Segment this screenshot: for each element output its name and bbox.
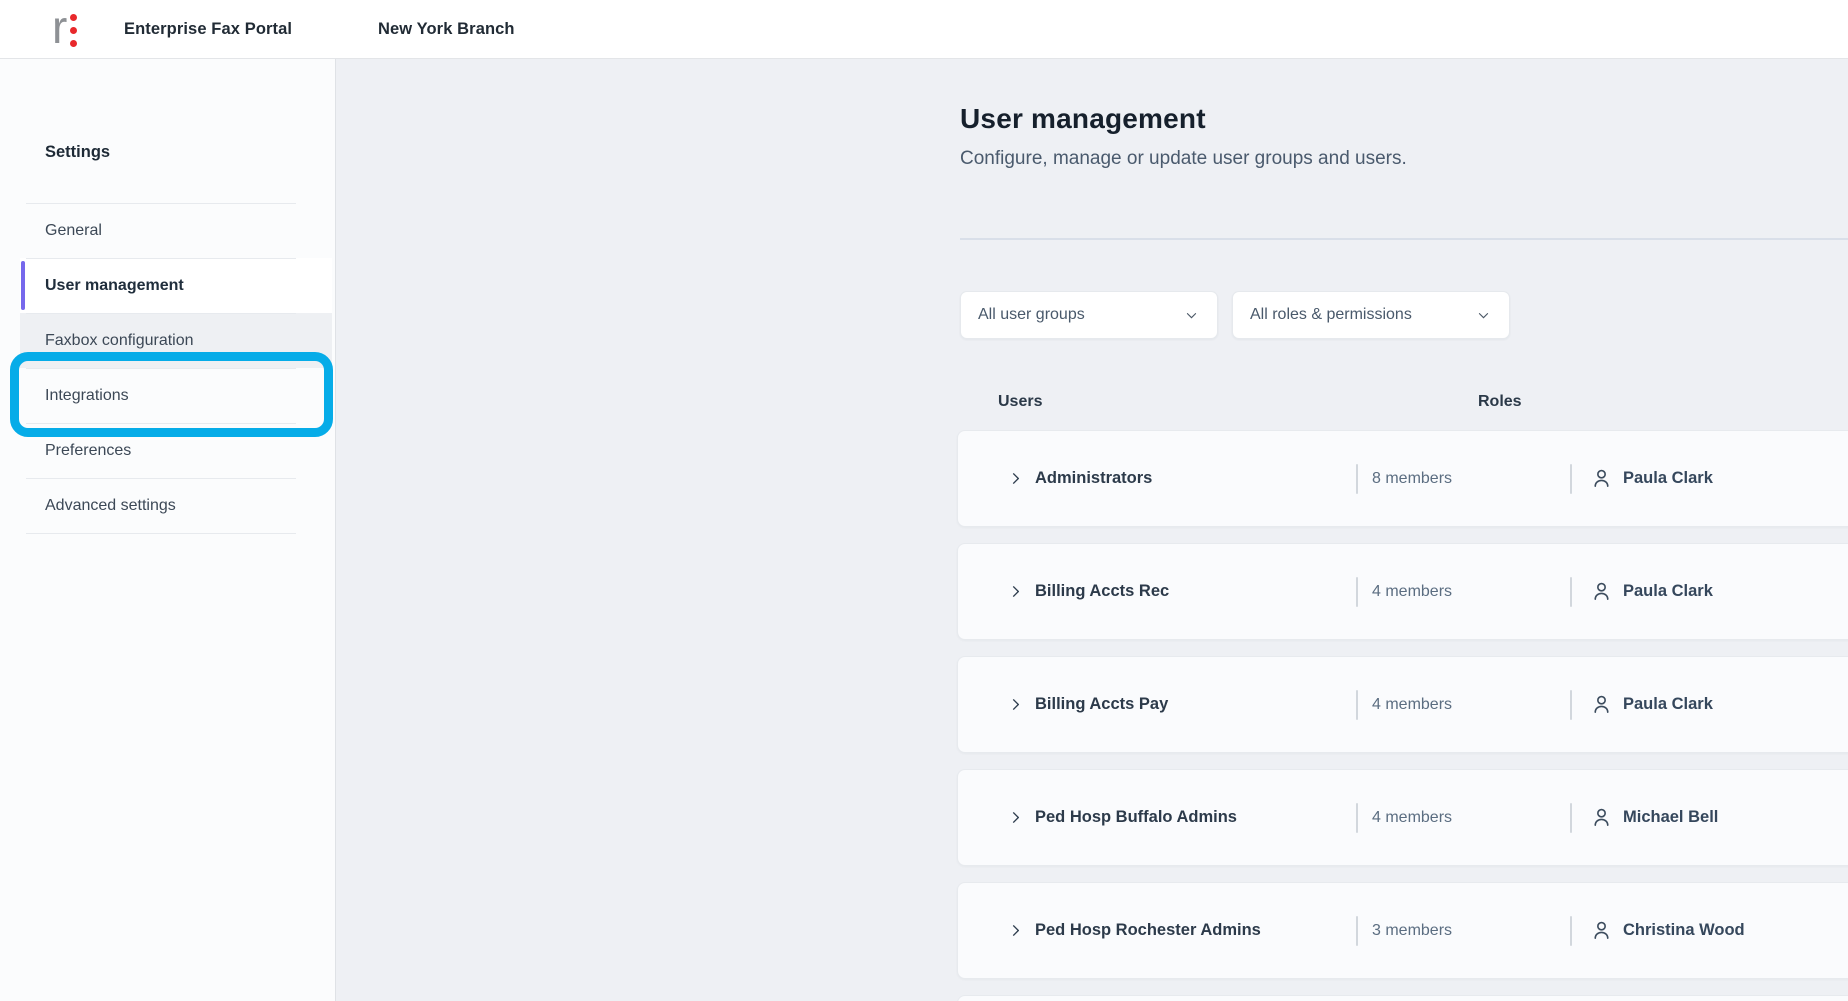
member-count: 4 members <box>1358 583 1570 601</box>
chevron-right-icon[interactable] <box>1008 697 1023 712</box>
owner-name: Paula Clark <box>1623 695 1713 714</box>
group-name-cell: Billing Accts Pay <box>958 695 1356 714</box>
chevron-right-icon[interactable] <box>1008 923 1023 938</box>
group-name-cell: Ped Hosp Rochester Admins <box>958 921 1356 940</box>
group-name: Billing Accts Pay <box>1035 695 1168 714</box>
group-name: Administrators <box>1035 469 1152 488</box>
sidebar-item-label: Advanced settings <box>45 497 176 515</box>
page-subtitle: Configure, manage or update user groups … <box>960 148 1407 170</box>
sidebar-title: Settings <box>45 143 110 162</box>
owner-cell: Michael Bell <box>1572 806 1718 829</box>
group-name: Ped Hosp Buffalo Admins <box>1035 808 1237 827</box>
chevron-down-icon <box>1476 308 1491 323</box>
column-header-roles: Roles <box>1478 393 1522 411</box>
owner-name: Michael Bell <box>1623 808 1718 827</box>
owner-cell: Paula Clark <box>1572 693 1713 716</box>
person-icon <box>1590 919 1613 942</box>
member-count: 3 members <box>1358 922 1570 940</box>
group-card[interactable]: Ped Hosp Buffalo Admins 4 members Michae… <box>957 769 1848 866</box>
group-name-cell: Ped Hosp Buffalo Admins <box>958 808 1356 827</box>
main-content: User management Configure, manage or upd… <box>336 59 1848 1001</box>
logo-letter: r <box>52 4 67 50</box>
nav-divider <box>20 533 332 534</box>
sidebar-item-preferences[interactable]: Preferences <box>20 423 332 478</box>
chevron-right-icon[interactable] <box>1008 471 1023 486</box>
group-card[interactable]: Administrators 8 members Paula Clark <box>957 430 1848 527</box>
brand-logo: r <box>52 0 77 59</box>
chevron-down-icon <box>1184 308 1199 323</box>
member-count: 4 members <box>1358 809 1570 827</box>
sidebar-item-advanced-settings[interactable]: Advanced settings <box>20 478 332 533</box>
owner-cell: Christina Wood <box>1572 919 1745 942</box>
person-icon <box>1590 693 1613 716</box>
group-name: Billing Accts Rec <box>1035 582 1169 601</box>
filter-bar: All user groups All roles & permissions <box>960 291 1510 339</box>
group-list: Administrators 8 members Paula Clark Bil… <box>957 430 1848 995</box>
person-icon <box>1590 806 1613 829</box>
column-header-users: Users <box>998 393 1042 411</box>
group-card-partial[interactable] <box>957 995 1848 1001</box>
chevron-right-icon[interactable] <box>1008 584 1023 599</box>
owner-name: Christina Wood <box>1623 921 1745 940</box>
member-count: 4 members <box>1358 696 1570 714</box>
sidebar-item-general[interactable]: General <box>20 203 332 258</box>
sidebar-item-label: Faxbox configuration <box>45 332 194 350</box>
page-title: User management <box>960 103 1206 135</box>
group-card[interactable]: Ped Hosp Rochester Admins 3 members Chri… <box>957 882 1848 979</box>
top-header: r Enterprise Fax Portal New York Branch <box>0 0 1848 59</box>
group-name-cell: Billing Accts Rec <box>958 582 1356 601</box>
sidebar-item-label: Integrations <box>45 387 129 405</box>
section-divider <box>960 238 1848 240</box>
app-title: Enterprise Fax Portal <box>124 0 292 59</box>
owner-name: Paula Clark <box>1623 582 1713 601</box>
sidebar-item-user-management[interactable]: User management <box>20 258 332 313</box>
sidebar-item-label: Preferences <box>45 442 131 460</box>
sidebar-item-integrations[interactable]: Integrations <box>20 368 332 423</box>
group-card[interactable]: Billing Accts Pay 4 members Paula Clark <box>957 656 1848 753</box>
sidebar-item-label: General <box>45 222 102 240</box>
person-icon <box>1590 580 1613 603</box>
group-name: Ped Hosp Rochester Admins <box>1035 921 1261 940</box>
owner-cell: Paula Clark <box>1572 467 1713 490</box>
user-groups-filter-dropdown[interactable]: All user groups <box>960 291 1218 339</box>
filter-label: All user groups <box>978 306 1085 324</box>
settings-sidebar: Settings General User management Faxbox … <box>0 59 336 1001</box>
filter-label: All roles & permissions <box>1250 306 1412 324</box>
roles-permissions-filter-dropdown[interactable]: All roles & permissions <box>1232 291 1510 339</box>
settings-nav: General User management Faxbox configura… <box>20 203 332 534</box>
chevron-right-icon[interactable] <box>1008 810 1023 825</box>
sidebar-item-faxbox-configuration[interactable]: Faxbox configuration <box>20 313 332 368</box>
logo-dots-icon <box>70 14 77 47</box>
group-name-cell: Administrators <box>958 469 1356 488</box>
person-icon <box>1590 467 1613 490</box>
owner-cell: Paula Clark <box>1572 580 1713 603</box>
sidebar-item-label: User management <box>45 277 184 295</box>
member-count: 8 members <box>1358 470 1570 488</box>
branch-name: New York Branch <box>378 0 515 59</box>
group-card[interactable]: Billing Accts Rec 4 members Paula Clark <box>957 543 1848 640</box>
owner-name: Paula Clark <box>1623 469 1713 488</box>
